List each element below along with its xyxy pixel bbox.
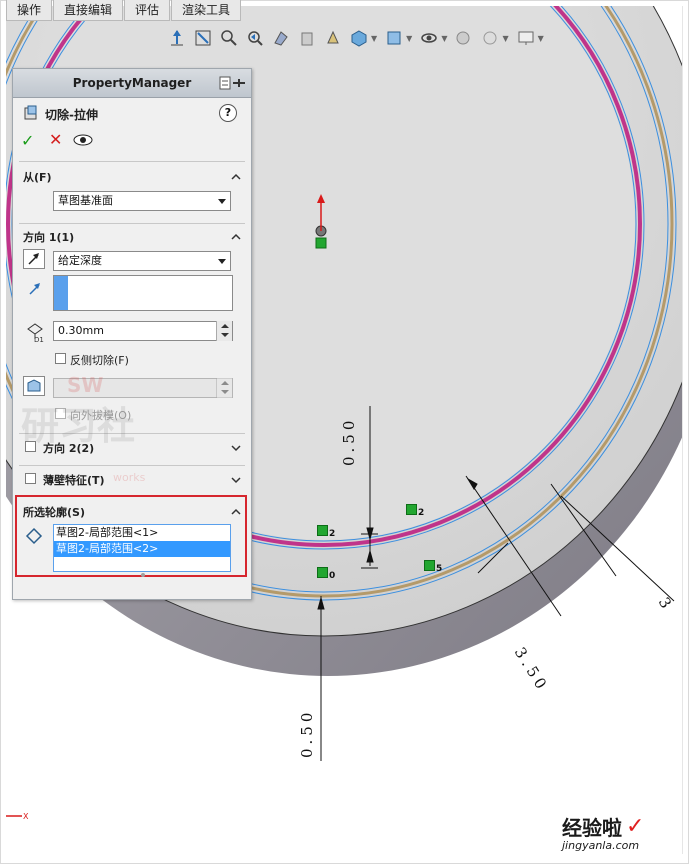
tab-render-tools[interactable]: 渲染工具 [171, 0, 242, 21]
direction2-checkbox[interactable] [25, 441, 36, 452]
sketch-contour-icon [25, 527, 43, 548]
marker-label-2: 2 [418, 508, 425, 518]
direction2-section-title: 方向 2(2) [43, 442, 95, 455]
help-icon[interactable]: ? [219, 104, 237, 122]
thin-feature-checkbox[interactable] [25, 473, 36, 484]
monitor-icon[interactable] [515, 27, 537, 49]
preview-eye-icon[interactable] [73, 133, 93, 150]
expand-thin-feature-icon[interactable] [231, 474, 241, 484]
check-icon: ✓ [626, 814, 645, 839]
zoom-to-fit-icon[interactable] [192, 27, 214, 49]
cut-extrude-icon [23, 105, 39, 124]
marker-box-2[interactable] [406, 504, 417, 515]
chevron-down-icon[interactable]: ▼ [406, 34, 412, 43]
view-settings-icon[interactable] [453, 27, 475, 49]
selected-contours-title: 所选轮廓(S) [23, 506, 85, 519]
flip-side-label: 反侧切除(F) [70, 354, 129, 367]
hide-show-items-icon[interactable] [348, 27, 370, 49]
tab-features[interactable]: 操作 [6, 0, 53, 21]
view-orientation-icon[interactable] [166, 27, 188, 49]
dropdown-arrow-icon [218, 259, 226, 264]
end-condition-value: 给定深度 [58, 254, 102, 267]
contour-item-1[interactable]: 草图2-局部范围<1> [54, 525, 230, 541]
ok-button[interactable]: ✓ [21, 131, 34, 150]
draft-angle-spinner [216, 378, 232, 398]
divider [19, 161, 245, 162]
cancel-button[interactable]: ✕ [49, 130, 62, 149]
chevron-down-icon[interactable]: ▼ [502, 34, 508, 43]
direction1-section-title: 方向 1(1) [23, 231, 75, 244]
from-select[interactable]: 草图基准面 [53, 191, 231, 211]
previous-view-icon[interactable] [244, 27, 266, 49]
marker-box-1[interactable] [317, 525, 328, 536]
command-manager-tabs: 操作 直接编辑 评估 渲染工具 [6, 0, 242, 22]
chevron-down-icon[interactable]: ▼ [371, 34, 377, 43]
axis-triad: X [6, 812, 29, 821]
zoom-area-icon[interactable] [218, 27, 240, 49]
reverse-direction-button[interactable] [23, 249, 45, 269]
marker-label-4: 5 [436, 564, 443, 574]
selection-indicator [54, 276, 68, 310]
draft-outward-checkbox [55, 408, 66, 419]
draft-outward-label: 向外拔模(O) [70, 409, 132, 422]
svg-text:X: X [23, 812, 29, 821]
section-view-icon[interactable] [270, 27, 292, 49]
end-condition-select[interactable]: 给定深度 [53, 251, 231, 271]
heads-up-view-toolbar: ▼ ▼ ▼ ▼ ▼ [166, 24, 546, 52]
edit-appearance-icon[interactable] [383, 27, 405, 49]
chevron-down-icon[interactable]: ▼ [441, 34, 447, 43]
marker-box-3[interactable] [317, 567, 328, 578]
display-style-icon[interactable] [322, 27, 344, 49]
depth-icon: D1 [23, 321, 47, 346]
direction-reference-field[interactable] [53, 275, 233, 311]
marker-label-1: 2 [329, 529, 336, 539]
site-watermark: 经验啦 ✓ jingyanla.com [562, 812, 644, 852]
site-url: jingyanla.com [562, 839, 640, 852]
chevron-down-icon[interactable]: ▼ [538, 34, 544, 43]
property-manager-header: PropertyManager [13, 69, 251, 98]
dimension-bottom-vertical[interactable]: 0.50 [298, 709, 316, 758]
contour-item-2[interactable]: 草图2-局部范围<2> [54, 541, 230, 557]
marker-box-4[interactable] [424, 560, 435, 571]
draft-on-off-button[interactable] [23, 376, 45, 396]
feature-title: 切除-拉伸 [45, 108, 98, 122]
apply-scene-icon[interactable] [418, 27, 440, 49]
depth-input[interactable]: 0.30mm [53, 321, 233, 341]
property-manager-title: PropertyManager [72, 76, 192, 90]
property-manager: PropertyManager 切除-拉伸 ? ✓ ✕ 从(F) 草图基准面 方… [12, 68, 252, 600]
depth-spinner[interactable] [216, 321, 232, 341]
marker-label-3: 0 [329, 571, 336, 581]
collapse-contours-icon[interactable] [231, 506, 241, 516]
from-section-title: 从(F) [23, 171, 52, 184]
divider [19, 223, 245, 224]
dimension-top-vertical[interactable]: 0.50 [340, 417, 358, 466]
direction-vector-icon [27, 281, 43, 300]
display-pane-icon[interactable] [479, 27, 501, 49]
watermark-sub: works [113, 471, 146, 484]
tab-direct-edit[interactable]: 直接编辑 [53, 0, 124, 21]
flip-side-checkbox[interactable] [55, 353, 66, 364]
dropdown-arrow-icon [218, 199, 226, 204]
expand-direction2-icon[interactable] [231, 442, 241, 452]
divider [19, 465, 245, 466]
depth-value: 0.30mm [58, 324, 104, 337]
dynamic-annotation-icon[interactable] [296, 27, 318, 49]
contours-list[interactable]: 草图2-局部范围<1> 草图2-局部范围<2> [53, 524, 231, 572]
site-brand: 经验啦 [562, 816, 622, 840]
tab-evaluate[interactable]: 评估 [124, 0, 171, 21]
draft-angle-input [53, 378, 233, 398]
collapse-from-icon[interactable] [231, 171, 241, 181]
from-select-value: 草图基准面 [58, 194, 113, 207]
depth-symbol: D1 [34, 336, 44, 343]
divider [19, 433, 245, 434]
collapse-direction1-icon[interactable] [231, 231, 241, 241]
pin-icon[interactable] [219, 76, 247, 90]
resize-grip-dot[interactable] [141, 573, 145, 577]
thin-feature-section-title: 薄壁特征(T) [43, 474, 105, 487]
